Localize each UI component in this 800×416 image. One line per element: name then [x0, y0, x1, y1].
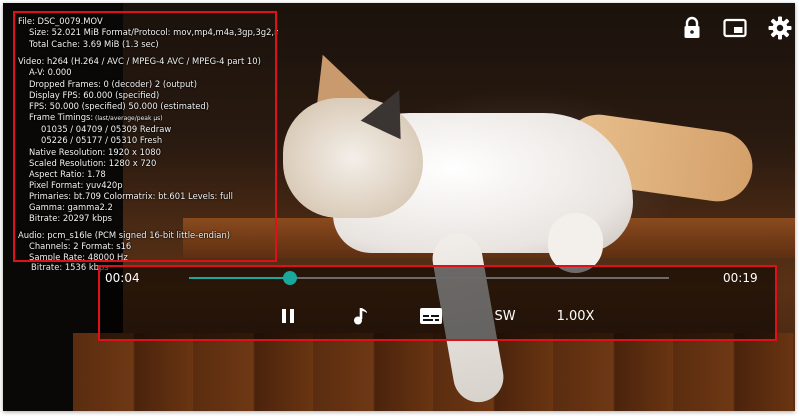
stats-highlight-box [13, 11, 277, 262]
seek-bar-progress [189, 277, 290, 279]
pause-button[interactable] [273, 300, 303, 332]
subtitle-button[interactable] [416, 300, 446, 332]
subtitle-icon [420, 308, 442, 324]
pause-icon [282, 309, 294, 323]
seek-bar-thumb[interactable] [283, 271, 297, 285]
gear-icon[interactable] [767, 15, 793, 41]
playback-speed-button[interactable]: 1.00X [553, 300, 598, 332]
picture-in-picture-icon[interactable] [722, 15, 748, 41]
music-note-icon [354, 308, 367, 325]
current-time: 00:04 [105, 271, 140, 285]
total-time: 00:19 [723, 271, 758, 285]
decoder-button[interactable]: SW [490, 300, 520, 332]
lock-icon[interactable] [679, 15, 705, 41]
audio-track-button[interactable] [346, 300, 376, 332]
